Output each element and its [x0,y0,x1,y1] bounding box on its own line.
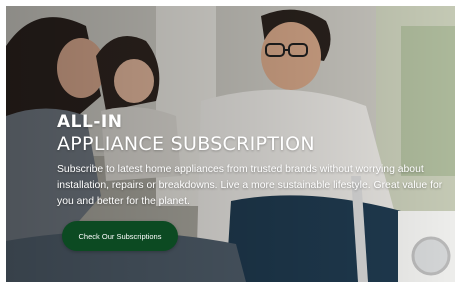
hero-description: Subscribe to latest home appliances from… [57,164,443,207]
check-subscriptions-label: Check Our Subscriptions [78,231,162,241]
hero-kicker: ALL-IN [57,112,123,132]
check-subscriptions-button[interactable]: Check Our Subscriptions [62,221,178,251]
hero-copy: ALL-IN APPLIANCE SUBSCRIPTION Subscribe … [57,112,455,210]
hero-headline: APPLIANCE SUBSCRIPTION [57,133,315,155]
hero-banner: ALL-IN APPLIANCE SUBSCRIPTION Subscribe … [6,6,455,282]
